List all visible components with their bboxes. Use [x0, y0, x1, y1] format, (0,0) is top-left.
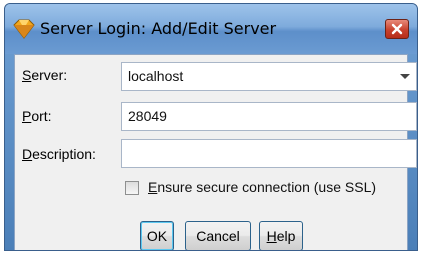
close-button[interactable]: [385, 19, 409, 39]
help-button-label: Help: [266, 228, 296, 244]
description-label: Description:: [22, 146, 96, 162]
ssl-checkbox[interactable]: [125, 181, 139, 195]
cancel-button[interactable]: Cancel: [185, 221, 251, 250]
port-value: 28049: [128, 108, 167, 124]
port-label: Port:: [22, 108, 52, 124]
help-button[interactable]: Help: [259, 221, 303, 250]
cancel-button-label: Cancel: [196, 228, 240, 244]
ssl-checkbox-label[interactable]: Ensure secure connection (use SSL): [148, 179, 376, 195]
port-field[interactable]: 28049: [121, 102, 417, 131]
dialog-window: Server Login: Add/Edit Server Server: lo…: [4, 3, 418, 251]
ok-button-label: OK: [146, 228, 168, 244]
description-field[interactable]: [121, 139, 417, 168]
server-dropdown[interactable]: localhost: [121, 62, 417, 91]
dialog-body: Server: localhost Port: 28049 Descriptio…: [14, 54, 417, 250]
close-icon: [391, 23, 403, 35]
app-icon: [13, 19, 35, 39]
window-title: Server Login: Add/Edit Server: [40, 19, 277, 38]
chevron-down-icon[interactable]: [400, 74, 410, 79]
title-bar[interactable]: Server Login: Add/Edit Server: [5, 4, 417, 54]
server-label: Server:: [22, 67, 68, 83]
server-value: localhost: [128, 68, 184, 84]
ok-button[interactable]: OK: [140, 221, 174, 250]
